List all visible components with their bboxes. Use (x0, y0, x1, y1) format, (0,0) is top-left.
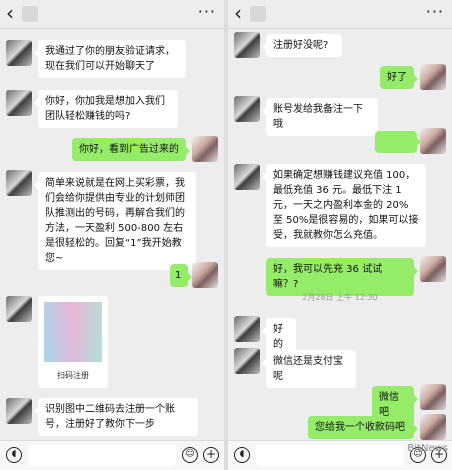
message-bubble: 我通过了你的朋友验证请求，现在我们可以开始聊天了 (34, 40, 186, 78)
avatar[interactable] (420, 256, 446, 282)
avatar[interactable] (6, 90, 32, 116)
avatar[interactable] (420, 414, 446, 440)
message-bubble: 识别图中二维码去注册一个账号，注册好了教你下一步 (34, 398, 198, 436)
avatar[interactable] (234, 96, 260, 122)
avatar[interactable] (234, 32, 260, 58)
voice-icon[interactable]: ◖ (6, 447, 22, 463)
avatar[interactable] (234, 316, 260, 342)
avatar[interactable] (234, 164, 260, 190)
avatar[interactable] (420, 384, 446, 410)
chat-header: ‹ ··· (228, 0, 452, 29)
message-bubble: 你好，你加我是想加入我们团队轻松赚钱的吗? (34, 90, 178, 128)
avatar[interactable] (234, 348, 260, 374)
watermark: BitNews (407, 443, 448, 454)
message-bubble: 微信还是支付宝呢 (262, 350, 356, 388)
timestamp: 2月28日 上午 12:30 (302, 293, 378, 302)
message-bubble: 您给我一个收款码吧 (308, 416, 418, 439)
qr-caption: 扫码注册 (57, 371, 89, 380)
emoji-icon[interactable]: ☺ (182, 447, 198, 463)
avatar[interactable] (192, 262, 218, 288)
qr-code-blurred (44, 302, 102, 362)
message-bubble: 账号发给我备注一下哦 (262, 98, 378, 136)
qr-code-image-message[interactable]: 扫码注册 (38, 296, 108, 388)
message-bubble: 简单来说就是在网上买彩票，我们会给你提供由专业的计划师团队推测出的号码，再解合我… (34, 172, 196, 270)
avatar[interactable] (192, 136, 218, 162)
avatar[interactable] (6, 170, 32, 196)
contact-name-blurred (22, 6, 38, 22)
back-icon[interactable]: ‹ (234, 2, 242, 24)
message-bubble: 你好，看到广告过来的 (72, 138, 190, 161)
message-bubble-hidden (375, 131, 421, 153)
chat-header: ‹ ··· (0, 0, 224, 29)
avatar[interactable] (6, 296, 32, 322)
message-bubble: 注册好没呢? (262, 34, 342, 57)
back-icon[interactable]: ‹ (6, 2, 14, 24)
message-bubble: 好，我可以先充 36 试试嘛？? (266, 258, 418, 296)
avatar[interactable] (6, 40, 32, 66)
more-icon[interactable]: ··· (198, 0, 216, 24)
contact-name-blurred (250, 6, 266, 22)
avatar[interactable] (420, 64, 446, 90)
avatar[interactable] (6, 398, 32, 424)
voice-icon[interactable]: ◖ (234, 447, 250, 463)
chat-panel-left: ‹ ··· 我通过了你的朋友验证请求，现在我们可以开始聊天了 你好，你加我是想加… (0, 0, 224, 470)
message-input[interactable] (28, 445, 176, 466)
input-bar: ◖ ☺ + (0, 440, 224, 470)
message-bubble: 好了 (380, 66, 418, 89)
plus-icon[interactable]: + (203, 447, 219, 463)
chat-panel-right: ‹ ··· 注册好没呢? 好了 账号发给我备注一下哦 如果确定想赚钱建议充值 1… (228, 0, 452, 470)
message-bubble: 1 (170, 264, 192, 287)
message-input[interactable] (256, 445, 404, 466)
more-icon[interactable]: ··· (426, 0, 444, 24)
message-bubble: 如果确定想赚钱建议充值 100，最低充值 36 元。最低下注 1 元，一天之内盈… (262, 164, 426, 247)
avatar[interactable] (420, 128, 446, 154)
